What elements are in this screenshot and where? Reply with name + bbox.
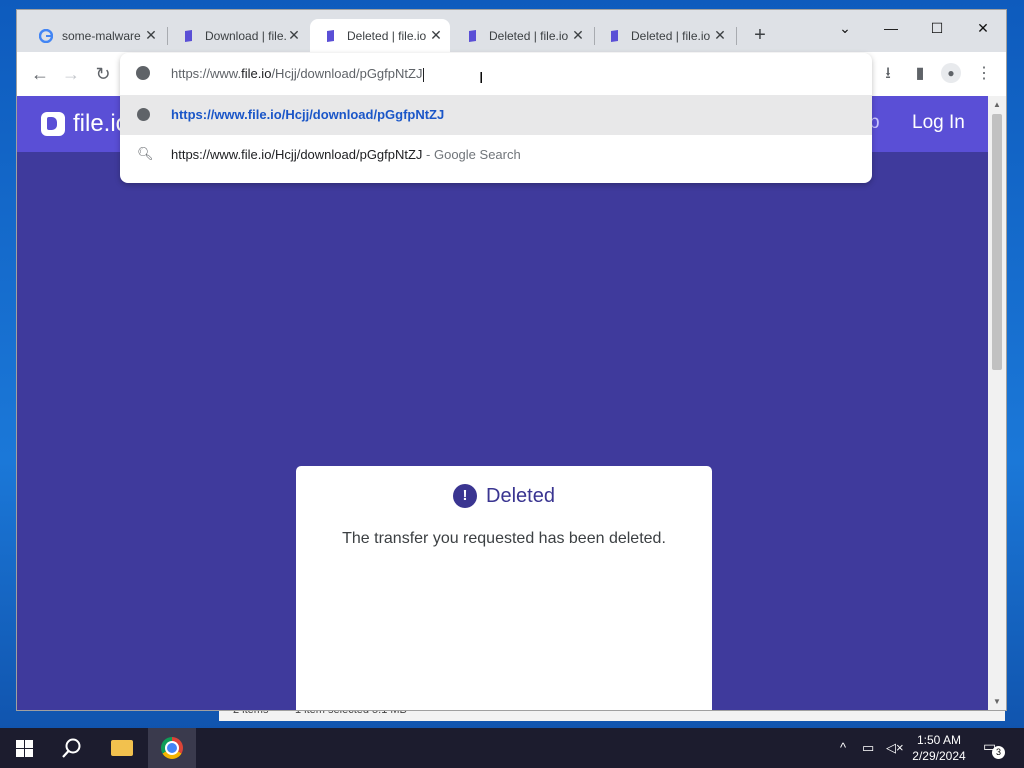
clock-time: 1:50 AM bbox=[916, 733, 962, 747]
minimize-button[interactable]: — bbox=[868, 14, 914, 42]
scroll-down-icon[interactable]: ▼ bbox=[993, 697, 1001, 706]
forward-button[interactable]: → bbox=[60, 63, 82, 85]
chrome-icon bbox=[161, 737, 183, 759]
text-cursor-icon: I bbox=[479, 70, 484, 87]
fileio-logo[interactable]: file.io bbox=[41, 110, 129, 138]
download-icon[interactable]: ⭳ bbox=[877, 63, 899, 85]
maximize-button[interactable]: ☐ bbox=[914, 14, 960, 42]
tab-title: Download | file.io bbox=[205, 28, 286, 43]
close-icon[interactable]: ✕ bbox=[712, 27, 728, 44]
page-scrollbar[interactable]: ▲ ▼ bbox=[988, 96, 1006, 710]
deleted-card: ! Deleted The transfer you requested has… bbox=[296, 466, 712, 710]
suggestion-text: https://www.file.io/Hcjj/download/pGgfpN… bbox=[171, 107, 445, 122]
scroll-thumb[interactable] bbox=[992, 114, 1002, 370]
login-link[interactable]: Log In bbox=[912, 112, 965, 134]
omnibox-suggestion-search[interactable]: 🔍︎ https://www.file.io/Hcjj/download/pGg… bbox=[120, 135, 872, 175]
card-message: The transfer you requested has been dele… bbox=[342, 530, 666, 547]
search-icon bbox=[62, 738, 81, 758]
scroll-up-icon[interactable]: ▲ bbox=[993, 100, 1001, 109]
tab-title: Deleted | file.io bbox=[489, 28, 569, 43]
tab-title: Deleted | file.io bbox=[347, 28, 427, 43]
tab-deleted-active[interactable]: Deleted | file.io ✕ bbox=[310, 19, 450, 52]
reload-button[interactable]: ↻ bbox=[92, 63, 114, 85]
back-button[interactable]: ← bbox=[29, 63, 51, 85]
taskbar: ^ ▭ ◁× 1:50 AM 2/29/2024 ▭ 3 bbox=[0, 728, 1024, 768]
speaker-muted-icon[interactable]: ◁× bbox=[886, 740, 904, 756]
omnibox-dropdown: https://www.file.io/Hcjj/download/pGgfpN… bbox=[120, 53, 872, 183]
omnibox-suggestion-url[interactable]: https://www.file.io/Hcjj/download/pGgfpN… bbox=[120, 95, 872, 135]
chevron-up-icon[interactable]: ^ bbox=[840, 740, 846, 755]
tab-strip: some-malware ✕ Download | file.io ✕ Dele… bbox=[17, 10, 1006, 52]
google-icon bbox=[38, 28, 54, 43]
folder-icon bbox=[111, 740, 133, 756]
close-icon[interactable]: ✕ bbox=[286, 27, 302, 44]
close-icon[interactable]: ✕ bbox=[143, 27, 159, 44]
search-icon: 🔍︎ bbox=[137, 146, 154, 161]
tab-download-fileio[interactable]: Download | file.io ✕ bbox=[168, 19, 308, 52]
fileio-icon bbox=[466, 29, 480, 43]
notification-icon[interactable]: ▭ 3 bbox=[983, 738, 1005, 759]
tab-some-malware[interactable]: some-malware ✕ bbox=[25, 19, 165, 52]
alert-icon: ! bbox=[453, 484, 478, 508]
web-page: file.io p Log In ! Deleted The transfer … bbox=[17, 96, 988, 710]
tab-title: some-malware bbox=[62, 28, 141, 43]
card-title: Deleted bbox=[486, 484, 555, 507]
fileio-icon bbox=[608, 29, 622, 43]
file-explorer-button[interactable] bbox=[98, 728, 146, 768]
address-bar[interactable]: https://www.file.io/Hcjj/download/pGgfpN… bbox=[120, 53, 872, 95]
tab-deleted-2[interactable]: Deleted | file.io ✕ bbox=[452, 19, 592, 52]
card-header: ! Deleted bbox=[296, 484, 712, 508]
windows-icon bbox=[15, 739, 33, 757]
fileio-icon bbox=[182, 29, 196, 43]
side-panel-icon[interactable]: ▮ bbox=[909, 63, 931, 85]
close-window-button[interactable]: ✕ bbox=[960, 14, 1006, 42]
globe-icon bbox=[137, 108, 150, 121]
tab-search-button[interactable]: ⌄ bbox=[822, 14, 868, 42]
network-icon[interactable]: ▭ bbox=[862, 740, 874, 756]
globe-icon bbox=[136, 66, 150, 80]
start-button[interactable] bbox=[0, 728, 48, 768]
close-icon[interactable]: ✕ bbox=[570, 27, 586, 44]
profile-avatar[interactable]: ● bbox=[941, 63, 961, 83]
fileio-logo-icon bbox=[41, 112, 65, 136]
tab-title: Deleted | file.io bbox=[631, 28, 711, 43]
close-icon[interactable]: ✕ bbox=[428, 27, 444, 44]
chrome-taskbar-button[interactable] bbox=[148, 728, 196, 768]
suggestion-text: https://www.file.io/Hcjj/download/pGgfpN… bbox=[171, 147, 521, 162]
new-tab-button[interactable]: + bbox=[750, 24, 770, 47]
search-button[interactable] bbox=[48, 728, 96, 768]
address-input[interactable]: https://www.file.io/Hcjj/download/pGgfpN… bbox=[171, 66, 425, 82]
fileio-icon bbox=[324, 29, 338, 43]
tab-deleted-3[interactable]: Deleted | file.io ✕ bbox=[594, 19, 734, 52]
tab-separator bbox=[736, 27, 737, 45]
clock-date: 2/29/2024 bbox=[912, 749, 966, 763]
clock[interactable]: 1:50 AM 2/29/2024 bbox=[906, 732, 972, 764]
menu-icon[interactable]: ⋮ bbox=[973, 63, 995, 85]
notification-badge: 3 bbox=[992, 746, 1005, 759]
